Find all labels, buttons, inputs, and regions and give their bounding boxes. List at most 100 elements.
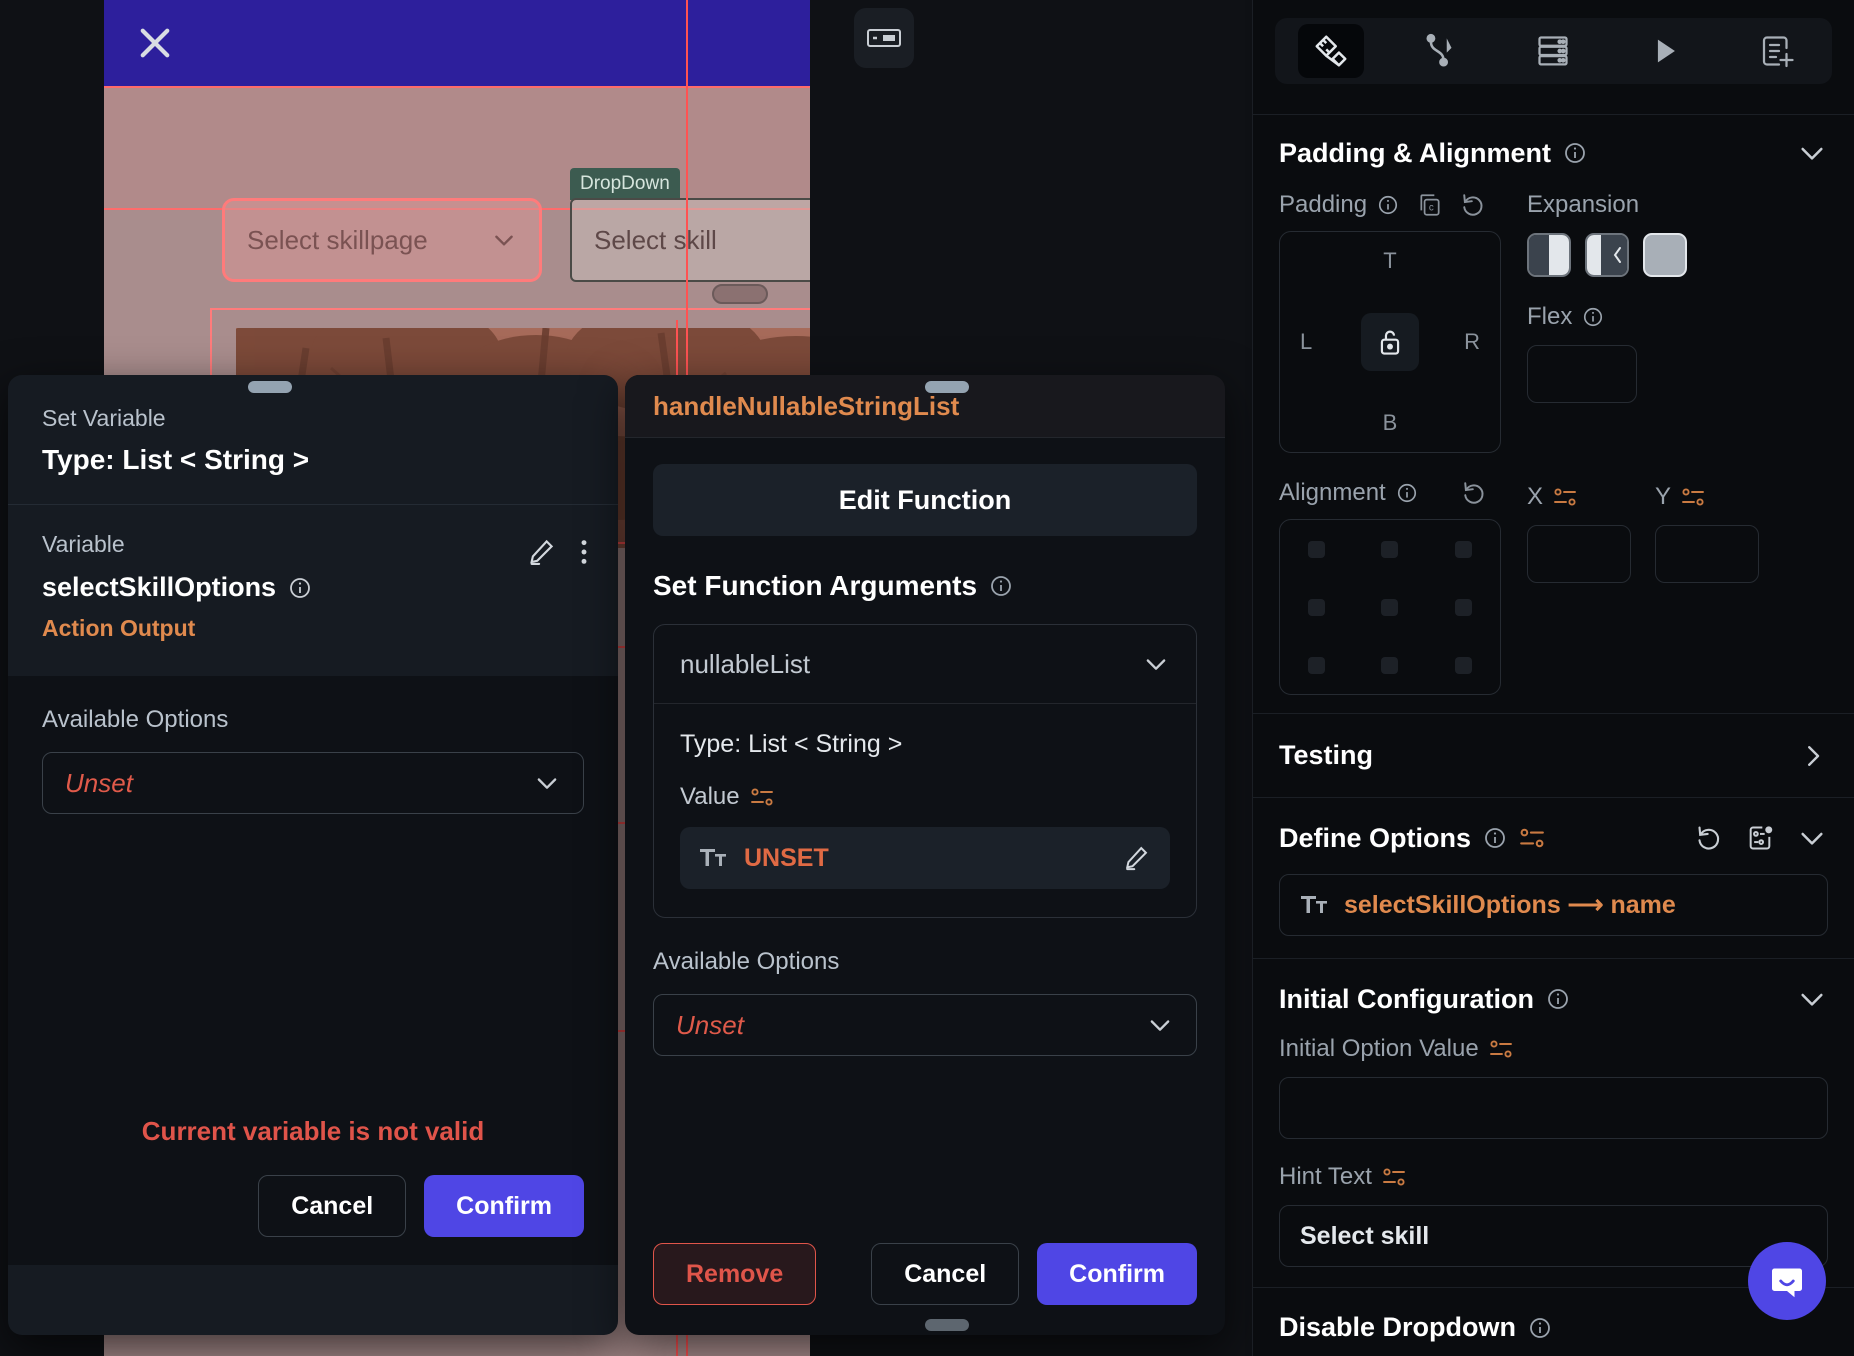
alignment-cell[interactable]: [1454, 598, 1472, 616]
y-label-row: Y: [1655, 483, 1759, 511]
alignment-cell[interactable]: [1381, 598, 1399, 616]
set-variable-icon[interactable]: [1489, 1039, 1513, 1059]
define-options-chip-text: selectSkillOptions ⟶ name: [1344, 891, 1676, 919]
add-component-icon[interactable]: [1743, 24, 1809, 78]
remove-button[interactable]: Remove: [653, 1243, 817, 1305]
cancel-button[interactable]: Cancel: [258, 1175, 407, 1237]
argument-details: Type: List < String > Value UNSET: [654, 704, 1196, 917]
alignment-cell[interactable]: [1308, 598, 1326, 616]
initial-option-value-label-row: Initial Option Value: [1279, 1035, 1828, 1063]
cancel-button[interactable]: Cancel: [871, 1243, 1020, 1305]
validation-error: Current variable is not valid: [141, 1116, 485, 1146]
close-icon[interactable]: [134, 22, 176, 64]
flex-label: Flex: [1527, 303, 1828, 331]
alignment-cell[interactable]: [1308, 656, 1326, 674]
dropdown-skillpage[interactable]: Select skillpage: [222, 198, 542, 282]
resize-handle[interactable]: [712, 284, 768, 304]
info-icon[interactable]: [1377, 194, 1399, 216]
y-input[interactable]: [1655, 525, 1759, 583]
chevron-down-icon: [1146, 659, 1166, 670]
set-variable-icon[interactable]: [750, 787, 774, 807]
chevron-down-icon[interactable]: [1796, 822, 1828, 854]
set-variable-icon[interactable]: [1681, 487, 1705, 507]
alignment-cell[interactable]: [1381, 540, 1399, 558]
padding-label: Padding: [1279, 191, 1399, 219]
x-label: X: [1527, 483, 1544, 510]
hint-text-input[interactable]: Select skill: [1279, 1205, 1828, 1267]
define-options-chip[interactable]: selectSkillOptions ⟶ name: [1279, 874, 1828, 936]
confirm-button[interactable]: Confirm: [1037, 1243, 1197, 1305]
dialog-drag-handle[interactable]: [925, 381, 969, 393]
app-bar: [104, 0, 810, 86]
dialog-title: Type: List < String >: [42, 444, 310, 475]
padding-alignment-section: Padding & Alignment Padding c T B L R Ex…: [1253, 115, 1854, 713]
dropdown-skill[interactable]: Select skill: [570, 198, 810, 282]
text-field-widget-icon[interactable]: [854, 8, 914, 68]
copy-icon[interactable]: c: [1417, 192, 1443, 218]
info-icon[interactable]: [1546, 987, 1570, 1011]
available-options-select[interactable]: Unset: [653, 994, 1197, 1056]
chevron-down-icon[interactable]: [1796, 983, 1828, 1015]
set-function-arguments-header: Set Function Arguments: [653, 570, 1197, 602]
expansion-label: Expansion: [1527, 191, 1640, 218]
backend-query-icon[interactable]: [1520, 24, 1586, 78]
info-icon[interactable]: [1563, 141, 1587, 165]
set-variable-icon[interactable]: [1519, 827, 1545, 849]
expand-horizontal-icon[interactable]: [1527, 233, 1571, 277]
dialog-resize-handle[interactable]: [925, 1319, 969, 1331]
pencil-icon[interactable]: [1122, 844, 1150, 872]
text-type-icon: [1301, 896, 1327, 913]
value-text: UNSET: [744, 843, 829, 872]
alignment-cell[interactable]: [1454, 656, 1472, 674]
unlock-icon[interactable]: [1361, 313, 1419, 371]
design-tools-icon[interactable]: [1297, 24, 1364, 78]
alignment-cell[interactable]: [1454, 540, 1472, 558]
properties-panel[interactable]: Padding & Alignment Padding c T B L R Ex…: [1252, 0, 1854, 1356]
alignment-grid[interactable]: [1279, 519, 1501, 695]
expansion-buttons[interactable]: [1527, 233, 1828, 277]
argument-select[interactable]: nullableList: [654, 625, 1196, 703]
set-variable-icon[interactable]: [1382, 1167, 1406, 1187]
expand-left-icon[interactable]: [1585, 233, 1629, 277]
chat-bubble-icon[interactable]: [1748, 1242, 1826, 1320]
flex-input[interactable]: [1527, 345, 1637, 403]
set-variable-icon[interactable]: [1553, 487, 1577, 507]
set-variable-dialog[interactable]: Set Variable Type: List < String > Varia…: [8, 375, 618, 1335]
info-icon[interactable]: [1396, 482, 1418, 504]
more-vertical-icon[interactable]: [580, 538, 588, 566]
value-field[interactable]: UNSET: [680, 827, 1170, 889]
function-available-options: Available Options Unset: [625, 918, 1225, 1056]
chevron-down-icon[interactable]: [1796, 137, 1828, 169]
dropdown-skillpage-label: Select skillpage: [247, 224, 428, 255]
value-label-row: Value: [680, 783, 1170, 811]
actions-flow-icon[interactable]: [1409, 24, 1475, 78]
available-options-select[interactable]: Unset: [42, 752, 584, 814]
padding-grid[interactable]: T B L R: [1279, 231, 1501, 453]
initial-option-value-input[interactable]: [1279, 1077, 1828, 1139]
pencil-icon[interactable]: [526, 537, 556, 567]
panel-toolbar[interactable]: [1275, 18, 1832, 84]
alignment-cell[interactable]: [1381, 656, 1399, 674]
reset-icon[interactable]: [1696, 824, 1724, 852]
chevron-right-icon[interactable]: [1798, 741, 1828, 771]
info-icon[interactable]: [1582, 306, 1604, 328]
dialog-subtitle: Set Variable: [42, 405, 166, 431]
run-icon[interactable]: [1632, 24, 1698, 78]
initial-configuration-title: Initial Configuration: [1279, 983, 1534, 1014]
info-icon[interactable]: [288, 576, 312, 600]
reset-icon[interactable]: [1461, 192, 1487, 218]
alignment-cell[interactable]: [1308, 540, 1326, 558]
edit-function-button[interactable]: Edit Function: [653, 464, 1197, 536]
testing-section[interactable]: Testing: [1253, 714, 1854, 797]
dialog-drag-handle[interactable]: [248, 381, 292, 393]
info-icon[interactable]: [989, 574, 1013, 598]
confirm-button[interactable]: Confirm: [424, 1175, 584, 1237]
expand-full-icon[interactable]: [1643, 233, 1687, 277]
function-arguments-dialog[interactable]: handleNullableStringList Edit Function S…: [625, 375, 1225, 1335]
selected-row-outline: [104, 86, 810, 210]
info-icon[interactable]: [1528, 1316, 1552, 1340]
set-variable-badge-icon[interactable]: [1746, 824, 1774, 852]
reset-icon[interactable]: [1462, 480, 1488, 506]
x-input[interactable]: [1527, 525, 1631, 583]
info-icon[interactable]: [1483, 826, 1507, 850]
